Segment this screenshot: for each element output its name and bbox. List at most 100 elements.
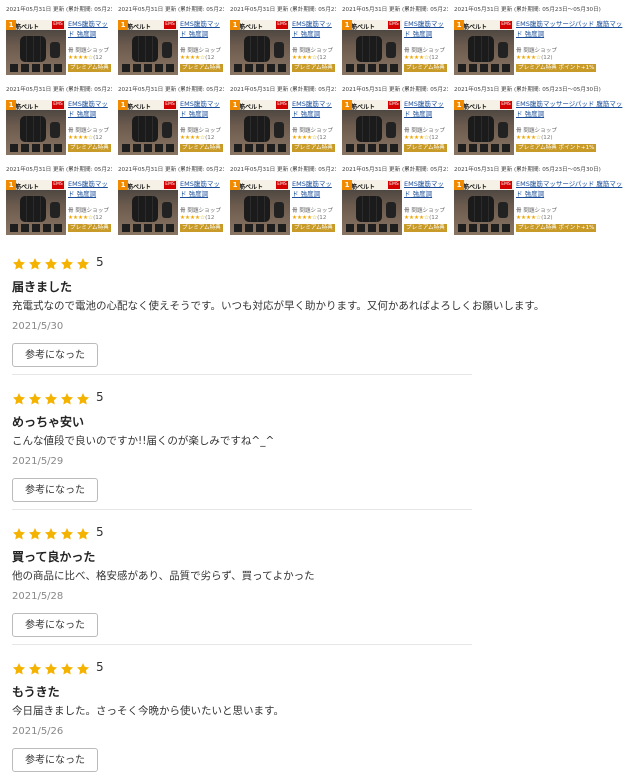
product-card[interactable]: 2021年05月31日 更新 (累計期間: 05月23 腹筋ベルト 1 EMS … bbox=[336, 0, 448, 77]
ems-pads-row-graphic bbox=[458, 144, 510, 152]
product-image[interactable]: 腹筋ベルト 1 EMS bbox=[118, 180, 178, 235]
ems-tag: EMS bbox=[388, 21, 400, 29]
star-icon bbox=[28, 392, 42, 406]
product-image[interactable]: 腹筋ベルト 1 EMS bbox=[454, 20, 514, 75]
product-card[interactable]: 2021年05月31日 更新 (累計期間: 05月23 腹筋ベルト 1 EMS … bbox=[224, 0, 336, 77]
shop-name[interactable]: 骨 問題ショップ bbox=[404, 126, 445, 134]
product-title-link[interactable]: EMS腹筋マッ bbox=[292, 180, 334, 188]
rank-badge: 1 bbox=[454, 100, 464, 110]
product-image[interactable]: 腹筋ベルト 1 EMS bbox=[342, 100, 402, 155]
shop-name[interactable]: 骨 問題ショップ bbox=[180, 126, 221, 134]
shop-name[interactable]: 骨 問題ショップ bbox=[404, 46, 445, 54]
product-image[interactable]: 腹筋ベルト 1 EMS bbox=[454, 180, 514, 235]
star-icon bbox=[28, 527, 42, 541]
product-image[interactable]: 腹筋ベルト 1 EMS bbox=[118, 100, 178, 155]
review-count: (12 bbox=[317, 135, 327, 141]
update-period: 2021年05月31日 更新 (累計期間: 05月23日〜05月30日) bbox=[454, 87, 601, 93]
product-image[interactable]: 腹筋ベルト 1 EMS bbox=[230, 100, 290, 155]
shop-name[interactable]: 骨 問題ショップ bbox=[404, 206, 445, 214]
product-title-link[interactable]: EMS腹筋マッ bbox=[180, 20, 222, 28]
rating-stars: ★★★★☆ bbox=[292, 135, 318, 141]
product-title-link-line2[interactable]: ド 強度調 bbox=[180, 28, 222, 38]
product-image[interactable]: 腹筋ベルト 1 EMS bbox=[6, 20, 66, 75]
product-card[interactable]: 2021年05月31日 更新 (累計期間: 05月23 腹筋ベルト 1 EMS … bbox=[0, 160, 112, 237]
product-title-link-line2[interactable]: ド 強度調 bbox=[180, 108, 222, 118]
shop-name[interactable]: 骨 問題ショップ bbox=[292, 206, 333, 214]
product-image[interactable]: 腹筋ベルト 1 EMS bbox=[6, 100, 66, 155]
ems-pad-graphic bbox=[356, 36, 382, 62]
review-item: 5 めっちゃ安い こんな値段で良いのですか!!届くのが楽しみですね^_^ 202… bbox=[12, 390, 472, 506]
helpful-button[interactable]: 参考になった bbox=[12, 613, 98, 637]
helpful-button[interactable]: 参考になった bbox=[12, 343, 98, 367]
shop-name[interactable]: 骨 問題ショップ bbox=[180, 206, 221, 214]
product-title-link[interactable]: EMS腹筋マッ bbox=[180, 100, 222, 108]
product-image[interactable]: 腹筋ベルト 1 EMS bbox=[342, 20, 402, 75]
product-title-link[interactable]: EMS腹筋マッ bbox=[68, 180, 110, 188]
product-title-link[interactable]: EMS腹筋マッ bbox=[404, 100, 446, 108]
product-title-link-line2[interactable]: ド 強度調 bbox=[516, 108, 634, 118]
product-card[interactable]: 2021年05月31日 更新 (累計期間: 05月23 腹筋ベルト 1 EMS … bbox=[112, 160, 224, 237]
product-title-link-line2[interactable]: ド 強度調 bbox=[68, 28, 110, 38]
product-title-link[interactable]: EMS腹筋マッ bbox=[404, 20, 446, 28]
helpful-button[interactable]: 参考になった bbox=[12, 478, 98, 502]
shop-name[interactable]: 骨 問題ショップ bbox=[180, 46, 221, 54]
product-title-link[interactable]: EMS腹筋マッ bbox=[292, 100, 334, 108]
shop-name[interactable]: 骨 問題ショップ bbox=[292, 126, 333, 134]
review-date: 2021/5/30 bbox=[12, 321, 64, 332]
product-title-link[interactable]: EMS腹筋マッ bbox=[180, 180, 222, 188]
product-card[interactable]: 2021年05月31日 更新 (累計期間: 05月23 腹筋ベルト 1 EMS … bbox=[336, 160, 448, 237]
shop-name[interactable]: 骨 問題ショップ bbox=[68, 206, 109, 214]
rank-badge: 1 bbox=[6, 100, 16, 110]
product-title-link[interactable]: EMS腹筋マッ bbox=[292, 20, 334, 28]
product-card[interactable]: 2021年05月31日 更新 (累計期間: 05月23 腹筋ベルト 1 EMS … bbox=[112, 0, 224, 77]
product-image[interactable]: 腹筋ベルト 1 EMS bbox=[6, 180, 66, 235]
star-icon bbox=[44, 257, 58, 271]
product-title-link[interactable]: EMS腹筋マッ bbox=[68, 100, 110, 108]
product-card[interactable]: 2021年05月31日 更新 (累計期間: 05月23日〜05月30日) 腹筋ベ… bbox=[448, 0, 640, 77]
product-title-link-line2[interactable]: ド 強度調 bbox=[516, 188, 634, 198]
product-image[interactable]: 腹筋ベルト 1 EMS bbox=[118, 20, 178, 75]
ems-pads-row-graphic bbox=[458, 224, 510, 232]
product-title-link-line2[interactable]: ド 強度調 bbox=[404, 108, 446, 118]
product-title-link-line2[interactable]: ド 強度調 bbox=[292, 108, 334, 118]
product-card[interactable]: 2021年05月31日 更新 (累計期間: 05月23 腹筋ベルト 1 EMS … bbox=[0, 80, 112, 157]
product-title-link[interactable]: EMS腹筋マッ bbox=[68, 20, 110, 28]
product-image[interactable]: 腹筋ベルト 1 EMS bbox=[230, 20, 290, 75]
product-title-link[interactable]: EMS腹筋マッサージパッド 腹筋マッ bbox=[516, 20, 634, 28]
shop-name[interactable]: 骨 問題ショップ bbox=[516, 126, 557, 134]
product-title-link[interactable]: EMS腹筋マッサージパッド 腹筋マッ bbox=[516, 180, 634, 188]
product-title-link[interactable]: EMS腹筋マッサージパッド 腹筋マッ bbox=[516, 100, 634, 108]
product-rating: ★★★★☆(12 bbox=[292, 135, 326, 141]
product-image[interactable]: 腹筋ベルト 1 EMS bbox=[342, 180, 402, 235]
product-title-link-line2[interactable]: ド 強度調 bbox=[68, 108, 110, 118]
shop-name[interactable]: 骨 問題ショップ bbox=[68, 46, 109, 54]
shop-name[interactable]: 骨 問題ショップ bbox=[516, 46, 557, 54]
product-card[interactable]: 2021年05月31日 更新 (累計期間: 05月23 腹筋ベルト 1 EMS … bbox=[112, 80, 224, 157]
product-title-link-line2[interactable]: ド 強度調 bbox=[516, 28, 634, 38]
helpful-button[interactable]: 参考になった bbox=[12, 748, 98, 772]
product-card[interactable]: 2021年05月31日 更新 (累計期間: 05月23 腹筋ベルト 1 EMS … bbox=[224, 160, 336, 237]
product-title-link-line2[interactable]: ド 強度調 bbox=[404, 28, 446, 38]
product-card[interactable]: 2021年05月31日 更新 (累計期間: 05月23日〜05月30日) 腹筋ベ… bbox=[448, 160, 640, 237]
product-title-link[interactable]: EMS腹筋マッ bbox=[404, 180, 446, 188]
ems-tag: EMS bbox=[52, 101, 64, 109]
product-title-link-line2[interactable]: ド 強度調 bbox=[292, 188, 334, 198]
shop-name[interactable]: 骨 問題ショップ bbox=[516, 206, 557, 214]
product-card[interactable]: 2021年05月31日 更新 (累計期間: 05月23日〜05月30日) 腹筋ベ… bbox=[448, 80, 640, 157]
product-image[interactable]: 腹筋ベルト 1 EMS bbox=[454, 100, 514, 155]
product-title-link-line2[interactable]: ド 強度調 bbox=[180, 188, 222, 198]
product-title-link-line2[interactable]: ド 強度調 bbox=[292, 28, 334, 38]
update-period: 2021年05月31日 更新 (累計期間: 05月23 bbox=[230, 87, 336, 93]
review-title: 届きました bbox=[12, 280, 73, 294]
product-rating: ★★★★☆(12 bbox=[180, 215, 214, 221]
shop-name[interactable]: 骨 問題ショップ bbox=[68, 126, 109, 134]
rating-stars: ★★★★☆ bbox=[180, 215, 206, 221]
product-title-link-line2[interactable]: ド 強度調 bbox=[68, 188, 110, 198]
product-card[interactable]: 2021年05月31日 更新 (累計期間: 05月23 腹筋ベルト 1 EMS … bbox=[224, 80, 336, 157]
product-card[interactable]: 2021年05月31日 更新 (累計期間: 05月23 腹筋ベルト 1 EMS … bbox=[0, 0, 112, 77]
shop-name[interactable]: 骨 問題ショップ bbox=[292, 46, 333, 54]
product-title-link-line2[interactable]: ド 強度調 bbox=[404, 188, 446, 198]
review-count: (12 bbox=[93, 55, 103, 61]
product-image[interactable]: 腹筋ベルト 1 EMS bbox=[230, 180, 290, 235]
product-card[interactable]: 2021年05月31日 更新 (累計期間: 05月23 腹筋ベルト 1 EMS … bbox=[336, 80, 448, 157]
